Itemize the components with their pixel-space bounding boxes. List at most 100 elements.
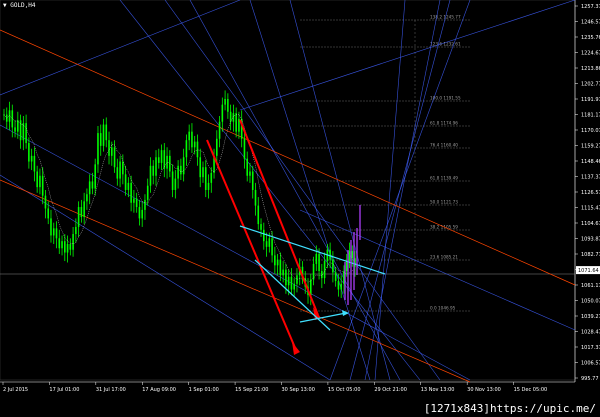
fibo-level-label: 23.6 1085.21 (430, 255, 458, 260)
candle-body (66, 244, 69, 253)
candle-body (122, 161, 124, 175)
candle-body (218, 121, 221, 139)
time-tick-label: 15 Oct 05:00 (328, 387, 361, 393)
fan-trendline[interactable] (189, 0, 401, 381)
price-tick-label: 1115.47 (581, 206, 600, 212)
trendline-fan[interactable] (0, 0, 576, 381)
time-tick-label: 31 Jul 17:00 (96, 387, 126, 393)
analysis-overlays[interactable] (206, 119, 386, 355)
candle-body (318, 253, 320, 272)
time-tick-label: 17 Aug 09:00 (142, 387, 176, 393)
candle-body (36, 171, 38, 188)
candle-body (271, 238, 273, 256)
candles (3, 90, 356, 306)
red-arrow-line[interactable] (206, 139, 297, 351)
candle-body (191, 131, 193, 148)
candle-body (25, 123, 27, 144)
candle-body (155, 157, 157, 176)
candle-body (274, 255, 276, 266)
candle-body (108, 140, 110, 156)
candle-body (182, 157, 185, 175)
price-tick-label: 1039.27 (581, 314, 600, 320)
channel-upper-line[interactable] (0, 29, 576, 286)
fan-trendline[interactable] (364, 0, 441, 381)
time-tick-label: 17 Jul 01:00 (49, 387, 79, 393)
candle-body (340, 283, 342, 290)
candle-body (276, 259, 279, 266)
candle-body (221, 104, 224, 122)
candle-body (105, 124, 108, 141)
candle-body (28, 143, 30, 162)
candle-body (138, 207, 141, 219)
price-axis: 1257.37 1246.57 1235.76 1224.67 1213.86 1202.… (575, 4, 600, 382)
fibo-level-label: 50.0 1121.73 (430, 200, 458, 205)
candle-body (83, 201, 85, 217)
candle-body (146, 185, 149, 200)
fan-trendline[interactable] (164, 0, 441, 381)
candle-body (268, 238, 271, 247)
candle-body (251, 171, 254, 190)
candle-body (91, 181, 94, 189)
fan-trendline[interactable] (0, 0, 241, 96)
candle-body (97, 133, 99, 165)
time-tick-label: 15 Sep 21:00 (235, 387, 268, 393)
channel-lower-line[interactable] (0, 179, 471, 383)
candle-body (33, 155, 36, 172)
candle-body (47, 208, 50, 219)
symbol-label[interactable]: ▼ GOLD,H4 (3, 2, 36, 9)
time-tick-label: 29 Oct 21:00 (374, 387, 407, 393)
candle-body (17, 120, 19, 132)
price-tick-label: 1202.77 (581, 82, 600, 88)
candle-body (130, 182, 132, 203)
red-arrow-line[interactable] (239, 119, 319, 316)
time-tick-label: 15 Dec 05:00 (514, 387, 548, 393)
price-tick-label: 1104.67 (581, 221, 600, 227)
price-chart[interactable]: 138.2 1245.77123.6 1232.61100.0 1191.556… (0, 0, 600, 417)
candle-body (55, 228, 58, 239)
candle-body (210, 172, 213, 183)
candle-body (50, 218, 52, 236)
candle-body (157, 157, 160, 163)
candle-body (185, 140, 188, 158)
candle-body (254, 189, 257, 206)
fan-trendline[interactable] (289, 0, 391, 381)
price-tick-label: 1224.67 (581, 51, 600, 57)
candle-body (41, 175, 44, 196)
candle-body (282, 269, 284, 276)
candle-body (246, 158, 249, 176)
cyan-arrow-line[interactable] (299, 312, 347, 323)
price-tick-label: 1213.86 (581, 66, 600, 72)
candle-body (224, 98, 226, 105)
fan-trendline[interactable] (349, 0, 451, 381)
candle-body (315, 253, 318, 264)
price-tick-label: 1082.77 (581, 252, 600, 258)
candle-body (169, 155, 171, 172)
candle-body (61, 241, 63, 249)
candle-body (80, 207, 83, 217)
price-tick-label: 1017.37 (581, 345, 600, 351)
price-tick-label: 1050.07 (581, 299, 600, 305)
candle-body (348, 251, 351, 262)
candle-body (166, 155, 168, 169)
fan-trendline[interactable] (239, 0, 576, 111)
price-tick-label: 1191.97 (581, 97, 600, 103)
price-tick-label: 1148.46 (581, 159, 600, 165)
price-tick-label: 1137.37 (581, 175, 600, 181)
plot-area (0, 0, 576, 381)
fibonacci-levels[interactable]: 138.2 1245.77123.6 1232.61100.0 1191.556… (300, 15, 470, 312)
red-arrow-head (292, 342, 300, 355)
candle-body (127, 182, 130, 190)
time-tick-label: 13 Nov 13:00 (421, 387, 455, 393)
candle-body (52, 228, 55, 236)
time-tick-label: 2 Jul 2015 (3, 387, 28, 393)
candle-body (77, 207, 80, 227)
candle-body (163, 150, 166, 169)
candle-body (296, 275, 298, 284)
price-tick-label: 1170.07 (581, 128, 600, 134)
candle-body (243, 138, 246, 159)
candle-body (113, 147, 116, 168)
time-tick-label: 30 Nov 13:00 (467, 387, 501, 393)
chart-window[interactable]: 138.2 1245.77 123.6 1232.61 100.0 1191.55 6… (0, 0, 600, 417)
price-tick-label: 1257.37 (581, 4, 600, 10)
candle-body (232, 113, 235, 122)
